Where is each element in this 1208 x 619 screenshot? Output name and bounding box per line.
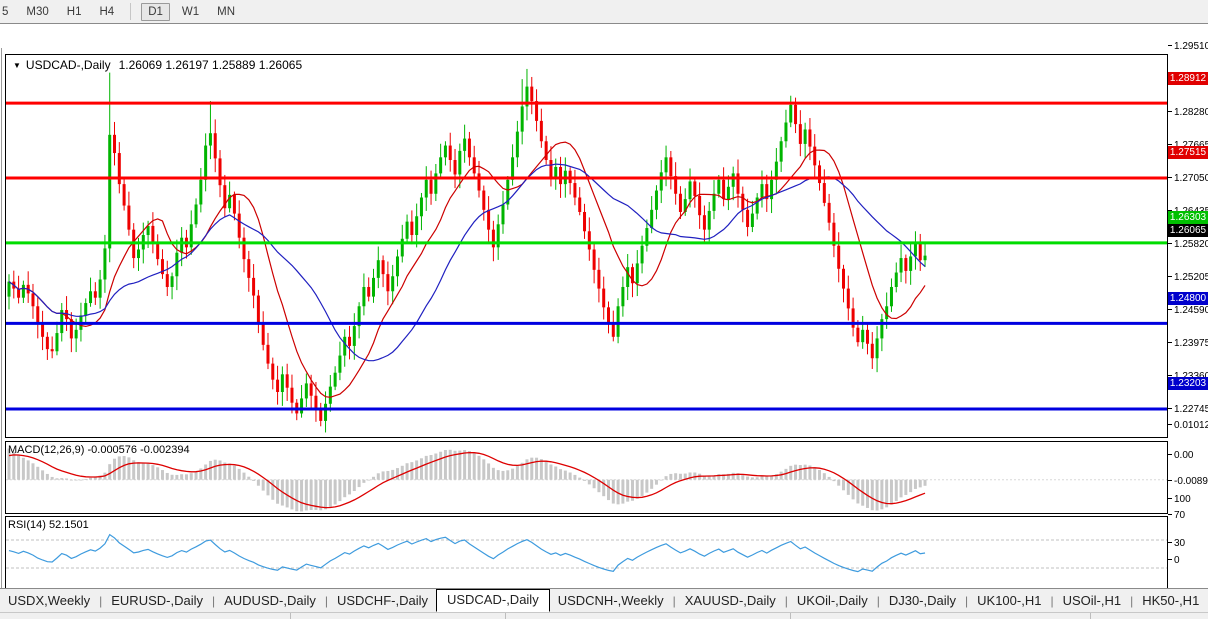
strip-separator bbox=[290, 613, 291, 619]
toolbar-divider bbox=[130, 3, 132, 20]
chart-symbol-label: USDCAD-,Daily bbox=[25, 58, 111, 72]
price-chart-panel[interactable] bbox=[5, 54, 1168, 438]
price-tick-label: 1.23975 bbox=[1168, 338, 1208, 349]
rsi-tick-label: 70 bbox=[1168, 510, 1208, 521]
rsi-panel[interactable] bbox=[5, 516, 1168, 590]
timeframe-w1[interactable]: W1 bbox=[176, 4, 205, 20]
macd-tick-label: -0.008937 bbox=[1168, 476, 1208, 487]
level-price-badge: 1.24800 bbox=[1168, 292, 1208, 305]
tab-hk50-h1[interactable]: HK50-,H1 bbox=[1134, 590, 1207, 612]
tab-xauusd-daily[interactable]: XAUUSD-,Daily bbox=[677, 590, 784, 612]
tab-usdcnh-weekly[interactable]: USDCNH-,Weekly bbox=[550, 590, 672, 612]
window-left-border bbox=[1, 48, 2, 613]
price-tick-label: 1.25820 bbox=[1168, 239, 1208, 250]
tab-usdx-weekly[interactable]: USDX,Weekly bbox=[0, 590, 98, 612]
symbol-tabbar: USDX,Weekly | EURUSD-,Daily | AUDUSD-,Daily |… bbox=[0, 588, 1208, 612]
current-price-badge: 1.26065 bbox=[1168, 224, 1208, 237]
rsi-svg bbox=[6, 533, 1167, 573]
timeframe-h4[interactable]: H4 bbox=[93, 4, 120, 20]
macd-tick-label: 0.00 bbox=[1168, 450, 1208, 461]
macd-name: MACD(12,26,9) bbox=[8, 444, 85, 456]
rsi-indicator-label: RSI(14) 52.1501 bbox=[8, 519, 89, 531]
level-price-badge: 1.28912 bbox=[1168, 72, 1208, 85]
level-price-badge: 1.27515 bbox=[1168, 146, 1208, 159]
rsi-name: RSI(14) bbox=[8, 519, 46, 531]
price-tick-label: 1.24590 bbox=[1168, 305, 1208, 316]
tab-ukoil-daily[interactable]: UKOil-,Daily bbox=[789, 590, 876, 612]
chart-ohlc-values: 1.26069 1.26197 1.25889 1.26065 bbox=[118, 58, 303, 72]
chart-dropdown-icon[interactable]: ▼ bbox=[13, 61, 21, 70]
tab-usdchf-daily[interactable]: USDCHF-,Daily bbox=[329, 590, 436, 612]
strip-separator bbox=[505, 613, 506, 619]
macd-tick-label: 0.010127 bbox=[1168, 420, 1208, 431]
tab-usoil-h1[interactable]: USOil-,H1 bbox=[1055, 590, 1130, 612]
price-chart-svg bbox=[6, 68, 1167, 433]
tab-uk100-h1[interactable]: UK100-,H1 bbox=[969, 590, 1049, 612]
tab-dj30-daily[interactable]: DJ30-,Daily bbox=[881, 590, 964, 612]
price-tick-label: 1.27050 bbox=[1168, 173, 1208, 184]
price-axis[interactable]: 1.295101.282801.276651.270501.264351.258… bbox=[1168, 24, 1208, 589]
rsi-tick-label: 30 bbox=[1168, 538, 1208, 549]
timeframe-m30[interactable]: M30 bbox=[20, 4, 54, 20]
tab-eurusd-daily[interactable]: EURUSD-,Daily bbox=[103, 590, 211, 612]
price-tick-label: 1.22745 bbox=[1168, 404, 1208, 415]
timeframe-toolbar: 5 M30 H1 H4 D1 W1 MN bbox=[0, 0, 1208, 23]
price-tick-label: 1.25205 bbox=[1168, 272, 1208, 283]
timeframe-5[interactable]: 5 bbox=[0, 4, 14, 20]
timeframe-d1[interactable]: D1 bbox=[141, 2, 170, 21]
strip-separator bbox=[790, 613, 791, 619]
macd-values: -0.000576 -0.002394 bbox=[87, 444, 190, 456]
terminal-screen: 5 M30 H1 H4 D1 W1 MN ▼ USDCAD-,Daily 1.26069 1.2… bbox=[0, 0, 1208, 619]
chart-window: ▼ USDCAD-,Daily 1.26069 1.26197 1.25889 1.… bbox=[0, 23, 1208, 613]
strip-separator bbox=[1090, 613, 1091, 619]
timeframe-h1[interactable]: H1 bbox=[61, 4, 88, 20]
level-price-badge: 1.26303 bbox=[1168, 211, 1208, 224]
chart-title: ▼ USDCAD-,Daily 1.26069 1.26197 1.25889 1.… bbox=[13, 58, 302, 72]
price-tick-label: 1.28280 bbox=[1168, 107, 1208, 118]
price-tick-label: 1.29510 bbox=[1168, 41, 1208, 52]
timeframe-mn[interactable]: MN bbox=[211, 4, 241, 20]
tab-audusd-daily[interactable]: AUDUSD-,Daily bbox=[216, 590, 324, 612]
rsi-tick-label: 0 bbox=[1168, 555, 1208, 566]
level-price-badge: 1.23203 bbox=[1168, 377, 1208, 390]
rsi-value: 52.1501 bbox=[48, 519, 89, 531]
tab-usdcad-daily[interactable]: USDCAD-,Daily bbox=[435, 589, 550, 612]
bottom-strip bbox=[0, 612, 1208, 619]
rsi-tick-label: 100 bbox=[1168, 494, 1208, 505]
macd-indicator-label: MACD(12,26,9) -0.000576 -0.002394 bbox=[8, 444, 190, 456]
